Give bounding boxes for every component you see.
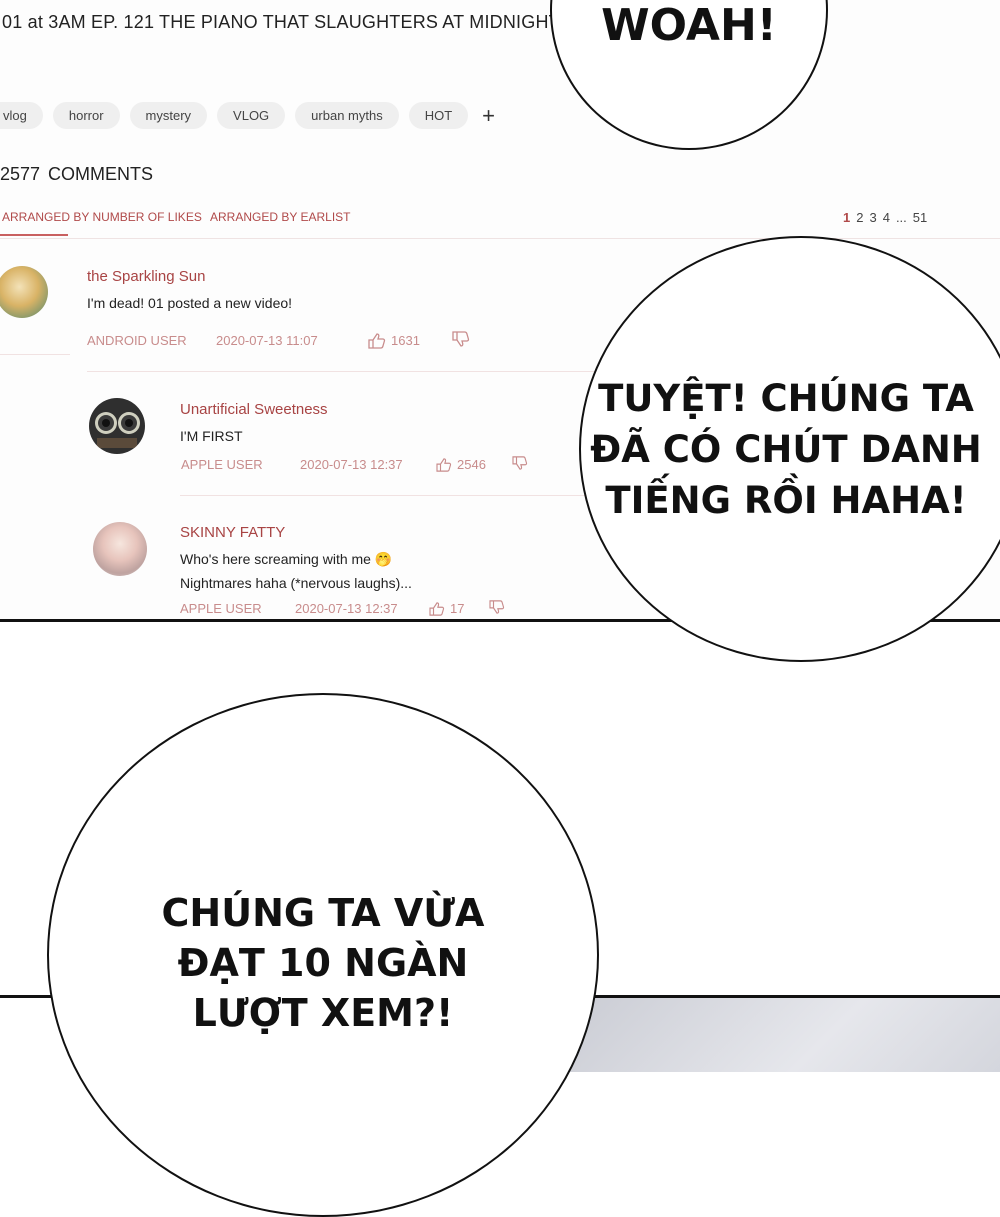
page-link[interactable]: 4 xyxy=(883,210,890,225)
comment-platform: APPLE USER xyxy=(181,457,263,472)
thumbs-up-icon xyxy=(436,457,452,472)
comment-count-label: COMMENTS xyxy=(48,164,154,184)
bubble-line: TUYỆT! CHÚNG TA xyxy=(598,376,974,420)
tag-urban-myths[interactable]: urban myths xyxy=(295,102,399,129)
comment-date: 2020-07-13 11:07 xyxy=(216,333,318,348)
thumbs-up-icon xyxy=(429,601,445,616)
tag-mystery[interactable]: mystery xyxy=(129,102,208,129)
comment-count: 2577 COMMENTS xyxy=(0,164,161,185)
thumbs-down-icon xyxy=(489,600,505,614)
avatar[interactable] xyxy=(89,398,145,454)
comment-meta: APPLE USER 2020-07-13 12:37 2546 xyxy=(181,456,528,473)
bubble-line: CHÚNG TA VỪA xyxy=(161,891,485,935)
sort-bar: ARRANGED BY NUMBER OF LIKES ARRANGED BY … xyxy=(0,208,1000,239)
comment-meta: ANDROID USER 2020-07-13 11:07 1631 xyxy=(87,331,470,350)
comment-platform: APPLE USER xyxy=(180,601,262,616)
tag-list: vlog horror mystery VLOG urban myths HOT… xyxy=(0,102,495,129)
video-title: 01 at 3AM EP. 121 THE PIANO THAT SLAUGHT… xyxy=(2,12,560,32)
speech-bubble-famous: TUYỆT! CHÚNG TA ĐÃ CÓ CHÚT DANH TIẾNG RỒ… xyxy=(579,236,1000,662)
bubble-line: LƯỢT XEM?! xyxy=(192,991,454,1035)
bubble-text: WOAH! xyxy=(601,0,777,51)
like-button[interactable]: 1631 xyxy=(368,332,452,349)
comment-text: Who's here screaming with me 🤭 xyxy=(180,551,393,567)
bubble-line: ĐÃ CÓ CHÚT DANH xyxy=(590,427,982,471)
avatar[interactable] xyxy=(93,522,147,576)
bubble-line: TIẾNG RỒI HAHA! xyxy=(605,478,967,522)
speech-bubble-views: CHÚNG TA VỪA ĐẠT 10 NGÀN LƯỢT XEM?! xyxy=(47,693,599,1217)
dislike-button[interactable] xyxy=(452,331,470,350)
thumbs-down-icon xyxy=(512,456,528,470)
comment-text-line-2: Nightmares haha (*nervous laughs)... xyxy=(180,575,412,591)
page-current[interactable]: 1 xyxy=(843,210,850,225)
page-link[interactable]: 2 xyxy=(856,210,863,225)
like-button[interactable]: 2546 xyxy=(436,457,512,472)
like-button[interactable]: 17 xyxy=(429,601,489,616)
tag-horror[interactable]: horror xyxy=(52,102,120,129)
comment-text: I'm dead! 01 posted a new video! xyxy=(87,295,293,311)
like-count: 17 xyxy=(450,601,465,616)
tag-hot[interactable]: HOT xyxy=(408,102,469,129)
dislike-button[interactable] xyxy=(512,456,528,473)
avatar[interactable] xyxy=(0,266,48,318)
next-panel-background xyxy=(555,998,1000,1072)
like-count: 1631 xyxy=(391,333,420,348)
page-ellipsis: ... xyxy=(895,210,907,225)
plus-icon[interactable]: + xyxy=(482,104,495,127)
thumbs-up-icon xyxy=(368,332,386,349)
tag-vlog-caps[interactable]: VLOG xyxy=(217,102,286,129)
page-link[interactable]: 3 xyxy=(869,210,876,225)
bubble-text: TUYỆT! CHÚNG TA ĐÃ CÓ CHÚT DANH TIẾNG RỒ… xyxy=(590,373,982,526)
comment-date: 2020-07-13 12:37 xyxy=(300,457,403,472)
comment-text: I'M FIRST xyxy=(180,428,243,444)
avatar-image xyxy=(95,412,140,448)
comment-author[interactable]: the Sparkling Sun xyxy=(87,268,205,285)
bubble-line: ĐẠT 10 NGÀN xyxy=(177,941,469,985)
sort-by-likes-tab[interactable]: ARRANGED BY NUMBER OF LIKES xyxy=(0,210,202,236)
comment-meta: APPLE USER 2020-07-13 12:37 17 xyxy=(180,600,505,617)
thumbs-down-icon xyxy=(452,331,470,347)
tag-vlog[interactable]: vlog xyxy=(0,102,43,129)
comment-author[interactable]: SKINNY FATTY xyxy=(180,524,285,541)
page-link[interactable]: 51 xyxy=(913,210,927,225)
dislike-button[interactable] xyxy=(489,600,505,617)
comment-platform: ANDROID USER xyxy=(87,333,187,348)
comment-count-number: 2577 xyxy=(0,164,41,184)
comment-author[interactable]: Unartificial Sweetness xyxy=(180,401,328,418)
like-count: 2546 xyxy=(457,457,486,472)
sort-by-earliest-tab[interactable]: ARRANGED BY EARLIST xyxy=(210,210,350,224)
comment-date: 2020-07-13 12:37 xyxy=(295,601,398,616)
comment-divider xyxy=(87,371,607,372)
bubble-text: CHÚNG TA VỪA ĐẠT 10 NGÀN LƯỢT XEM?! xyxy=(162,888,485,1038)
comment-divider xyxy=(0,354,70,355)
comment-divider xyxy=(180,495,600,496)
pagination: 1 2 3 4 ... 51 xyxy=(843,210,927,225)
